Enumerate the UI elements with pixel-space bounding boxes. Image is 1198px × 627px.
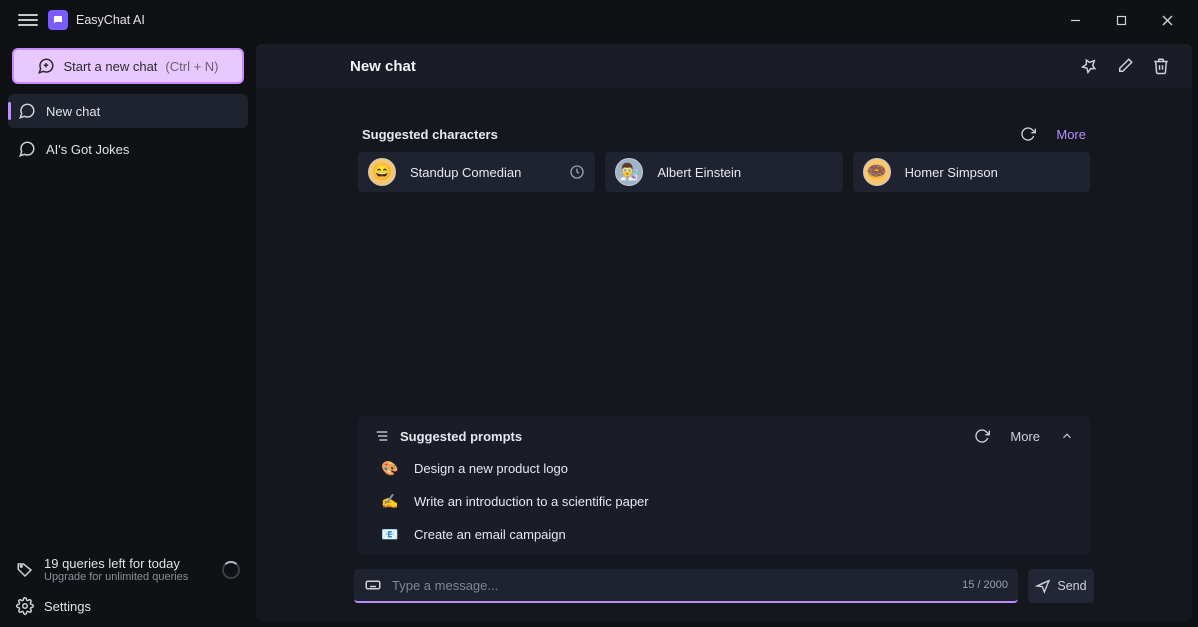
refresh-icon[interactable] [974,428,990,444]
usage-line1: 19 queries left for today [44,556,188,571]
prompt-row-paper[interactable]: ✍️ Write an introduction to a scientific… [370,485,1078,518]
chat-icon [18,140,36,158]
send-icon [1035,578,1051,594]
usage-row[interactable]: 19 queries left for today Upgrade for un… [8,550,248,589]
send-label: Send [1057,579,1086,593]
page-title: New chat [350,58,416,75]
new-chat-shortcut: (Ctrl + N) [165,59,218,74]
characters-more-link[interactable]: More [1056,127,1086,142]
sidebar: Start a new chat (Ctrl + N) New chat AI'… [0,40,256,627]
prompt-emoji: ✍️ [380,493,400,510]
sidebar-item-label: New chat [46,104,100,119]
gear-icon [16,597,34,615]
main-header: New chat [256,44,1192,88]
message-input[interactable] [392,578,954,593]
app-title: EasyChat AI [76,13,145,27]
settings-button[interactable]: Settings [8,589,248,619]
edit-icon[interactable] [1116,57,1134,75]
character-card-homer[interactable]: 🍩 Homer Simpson [853,152,1090,192]
avatar-icon: 😄 [368,158,396,186]
tag-icon [16,561,34,579]
window-minimize-icon[interactable] [1052,0,1098,40]
prompt-row-logo[interactable]: 🎨 Design a new product logo [370,452,1078,485]
prompt-text: Write an introduction to a scientific pa… [414,494,649,509]
prompts-header: Suggested prompts More [374,428,1074,444]
prompt-text: Design a new product logo [414,461,568,476]
prompts-more-link[interactable]: More [1010,429,1040,444]
chat-icon [18,102,36,120]
refresh-icon[interactable] [1020,126,1036,142]
list-icon [374,428,390,444]
message-input-box[interactable]: 15 / 2000 [354,569,1018,603]
prompts-title: Suggested prompts [400,429,522,444]
keyboard-icon [364,576,382,594]
settings-label: Settings [44,599,91,614]
sidebar-chat-jokes[interactable]: AI's Got Jokes [8,132,248,166]
loading-spinner-icon [222,561,240,579]
menu-icon[interactable] [18,10,38,30]
pin-icon[interactable] [1080,57,1098,75]
window-close-icon[interactable] [1144,0,1190,40]
character-card-einstein[interactable]: 👨‍🔬 Albert Einstein [605,152,842,192]
character-name: Standup Comedian [410,165,521,180]
sidebar-chat-new[interactable]: New chat [8,94,248,128]
character-name: Albert Einstein [657,165,741,180]
main-panel: New chat Suggested characters More [256,44,1192,621]
new-chat-button[interactable]: Start a new chat (Ctrl + N) [12,48,244,84]
input-row: 15 / 2000 Send [354,569,1094,609]
prompt-emoji: 📧 [380,526,400,543]
prompt-emoji: 🎨 [380,460,400,477]
character-name: Homer Simpson [905,165,998,180]
history-icon [569,164,585,180]
chat-plus-icon [37,57,55,75]
titlebar: EasyChat AI [0,0,1198,40]
prompt-row-email[interactable]: 📧 Create an email campaign [370,518,1078,551]
window-maximize-icon[interactable] [1098,0,1144,40]
avatar-icon: 🍩 [863,158,891,186]
trash-icon[interactable] [1152,57,1170,75]
characters-header: Suggested characters More [362,126,1086,142]
chevron-up-icon[interactable] [1060,429,1074,443]
new-chat-label: Start a new chat [63,59,157,74]
app-logo [48,10,68,30]
send-button[interactable]: Send [1028,569,1094,603]
prompts-panel: Suggested prompts More 🎨 Design a new pr… [358,416,1090,555]
character-card-comedian[interactable]: 😄 Standup Comedian [358,152,595,192]
sidebar-item-label: AI's Got Jokes [46,142,129,157]
char-count: 15 / 2000 [962,579,1008,591]
characters-title: Suggested characters [362,127,498,142]
avatar-icon: 👨‍🔬 [615,158,643,186]
usage-line2: Upgrade for unlimited queries [44,571,188,583]
prompt-text: Create an email campaign [414,527,566,542]
characters-cards: 😄 Standup Comedian 👨‍🔬 Albert Einstein 🍩… [358,152,1090,192]
